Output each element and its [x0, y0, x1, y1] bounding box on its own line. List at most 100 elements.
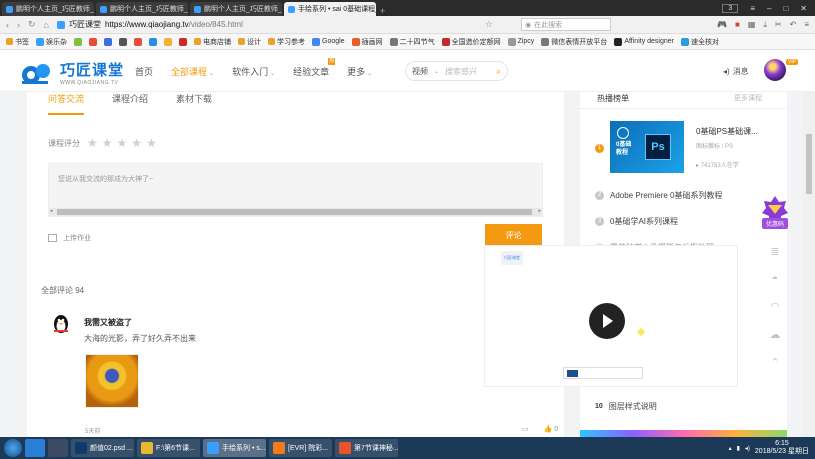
browser-tab[interactable]: 鹏明个人主页_巧匠教师_巧匠课堂✕	[96, 2, 188, 16]
star-icon[interactable]: ★	[102, 136, 113, 150]
start-button[interactable]	[4, 439, 22, 457]
bookmark-icon[interactable]	[149, 37, 157, 46]
taskbar-app[interactable]: 颜值02.psd ...	[71, 439, 134, 457]
new-tab-button[interactable]: +	[380, 6, 385, 16]
bookmark-item[interactable]: 学习参考	[268, 37, 305, 47]
forward-icon[interactable]: ›	[17, 20, 20, 30]
nav-all-courses[interactable]: 全部课程 ⌄	[171, 65, 214, 78]
nav-software-intro[interactable]: 软件入门 ⌄	[232, 65, 275, 78]
bookmark-item[interactable]: 二十四节气	[389, 37, 435, 47]
back-icon[interactable]: ‹	[6, 20, 9, 30]
close-window-icon[interactable]: ✕	[800, 4, 807, 13]
coupon-float-button[interactable]: 优惠码	[760, 194, 790, 234]
more-courses-link[interactable]: 更多课程	[734, 93, 762, 103]
reply-icon[interactable]: ▭	[522, 425, 529, 433]
clock[interactable]: 6:15 2018/5/23 星期日	[755, 440, 809, 456]
page-scrollbar[interactable]	[803, 92, 815, 437]
browser-tab[interactable]: 鹏明个人主页_巧匠教师_巧匠课✕	[190, 2, 282, 16]
browser-tab[interactable]: 鹏明个人主页_巧匠教师_巧匠课✕	[2, 2, 94, 16]
nav-home[interactable]: 首页	[135, 65, 153, 78]
site-logo[interactable]: 巧匠课堂 WWW.QIAOJIANG.TV	[20, 59, 124, 86]
bookmark-icon[interactable]	[164, 37, 172, 46]
bookmark-item[interactable]: 速全核对	[681, 37, 719, 47]
horizontal-scrollbar[interactable]: ◂ ▸	[49, 208, 542, 216]
star-icon[interactable]: ★	[87, 136, 98, 150]
tab-course-intro[interactable]: 课程介绍	[112, 92, 148, 115]
bookmark-item[interactable]: Zipcy	[507, 37, 534, 46]
bookmark-item[interactable]: 插画网	[351, 37, 383, 47]
comment-attachment-image[interactable]	[85, 354, 139, 408]
tray-icon[interactable]: ▴	[729, 445, 732, 452]
chat-icon[interactable]: ◓	[772, 273, 779, 285]
course-thumbnail[interactable]: 0基础 教程 Ps	[610, 121, 684, 173]
scrollbar-thumb[interactable]	[806, 134, 812, 194]
nav-articles[interactable]: 经验文章热	[293, 58, 336, 78]
lamp-icon[interactable]: ≣	[770, 245, 779, 258]
headset-icon[interactable]: ◠	[770, 300, 780, 313]
scroll-right-icon[interactable]: ▸	[538, 208, 541, 214]
maximize-icon[interactable]: □	[783, 4, 788, 13]
bookmark-icon[interactable]	[119, 37, 127, 46]
bookmark-item[interactable]: 娱乐杂	[36, 37, 67, 47]
volume-icon[interactable]: ◂)	[745, 445, 750, 452]
search-icon[interactable]: ⌕	[496, 66, 501, 77]
network-icon[interactable]: ▮	[737, 445, 740, 452]
star-icon[interactable]: ★	[117, 136, 128, 150]
user-avatar[interactable]: VIP	[764, 59, 799, 81]
scissors-icon[interactable]: ✂	[775, 20, 782, 30]
window-count-badge[interactable]: 3	[722, 3, 739, 13]
menu-icon[interactable]: ≡	[750, 4, 755, 13]
search-category-select[interactable]: 视频	[412, 66, 428, 77]
sidebar-course-item[interactable]: 10 图层样式说明	[595, 401, 657, 412]
bookmark-item[interactable]: 微信表情开放平台	[541, 37, 607, 47]
bookmark-icon[interactable]	[104, 37, 112, 46]
taskbar-app[interactable]: F:\第6节课...	[137, 439, 200, 457]
home-icon[interactable]: ⌂	[44, 20, 49, 30]
bookmark-item[interactable]: 书签	[6, 37, 29, 47]
taskbar-app[interactable]: 第7节课神秘...	[335, 439, 398, 457]
game-icon[interactable]: 🎮	[717, 20, 727, 30]
penguin-avatar-icon[interactable]	[51, 314, 71, 334]
floating-video-player[interactable]: 巧匠课堂	[484, 245, 738, 387]
tab-material-download[interactable]: 素材下载	[176, 92, 212, 115]
nav-more[interactable]: 更多 ⌄	[347, 65, 372, 78]
star-icon[interactable]: ★	[131, 136, 142, 150]
ie-icon[interactable]	[25, 439, 45, 457]
featured-course-title[interactable]: 0基础PS基础课...	[696, 126, 758, 137]
group-icon[interactable]: ☁	[770, 328, 781, 341]
bookmark-item[interactable]: 全国造价定额网	[441, 37, 501, 47]
refresh-icon[interactable]: ↻	[28, 19, 36, 30]
upload-homework[interactable]: 上传作业	[48, 233, 91, 243]
bookmark-item[interactable]: 设计	[238, 37, 261, 47]
favorite-star-icon[interactable]: ☆	[485, 19, 493, 30]
browser-search-input[interactable]: ◉ 在此搜索	[521, 18, 612, 31]
bookmark-icon[interactable]	[89, 37, 97, 46]
download-icon[interactable]: ⤓	[763, 20, 767, 30]
media-icon[interactable]	[48, 439, 68, 457]
video-toolbar[interactable]	[563, 367, 643, 379]
taskbar-app[interactable]: [EVR] 院彩...	[269, 439, 332, 457]
tab-qa[interactable]: 问答交流	[48, 92, 85, 115]
bookmark-item[interactable]: Affinity designer	[614, 37, 674, 46]
browser-tab-active[interactable]: 手绘系列 • sai 0基础课程_SAI课✕	[284, 2, 376, 16]
comment-username[interactable]: 我需又被盗了	[84, 317, 132, 328]
like-button[interactable]: 👍 0	[544, 425, 559, 433]
sidebar-course-item[interactable]: 2 Adobe Premiere 0基础系列教程	[595, 190, 722, 201]
messages-link[interactable]: ◂) 消息	[723, 66, 749, 77]
star-icon[interactable]: ★	[146, 136, 157, 150]
extension-icon[interactable]: ■	[735, 20, 740, 30]
more-icon[interactable]: ≡	[804, 20, 809, 30]
bookmark-icon[interactable]	[134, 37, 142, 46]
bookmark-icon[interactable]	[74, 37, 82, 46]
site-search-input[interactable]: 视频 ⌄ 搜索感兴 ⌕	[405, 61, 508, 81]
scroll-left-icon[interactable]: ◂	[50, 208, 53, 214]
grid-icon[interactable]: ▦	[748, 20, 756, 30]
scrollbar-thumb[interactable]	[57, 209, 532, 215]
comment-textarea[interactable]: 您说从我交流的那成为大神了~ ◂ ▸	[48, 163, 543, 217]
play-button[interactable]	[589, 303, 625, 339]
minimize-icon[interactable]: –	[767, 4, 771, 13]
bookmark-item[interactable]: 电商店铺	[194, 37, 231, 47]
taskbar-app-active[interactable]: 手绘系列 • s...	[203, 439, 266, 457]
submit-comment-button[interactable]: 评论	[485, 224, 542, 246]
undo-icon[interactable]: ↶	[790, 20, 797, 30]
